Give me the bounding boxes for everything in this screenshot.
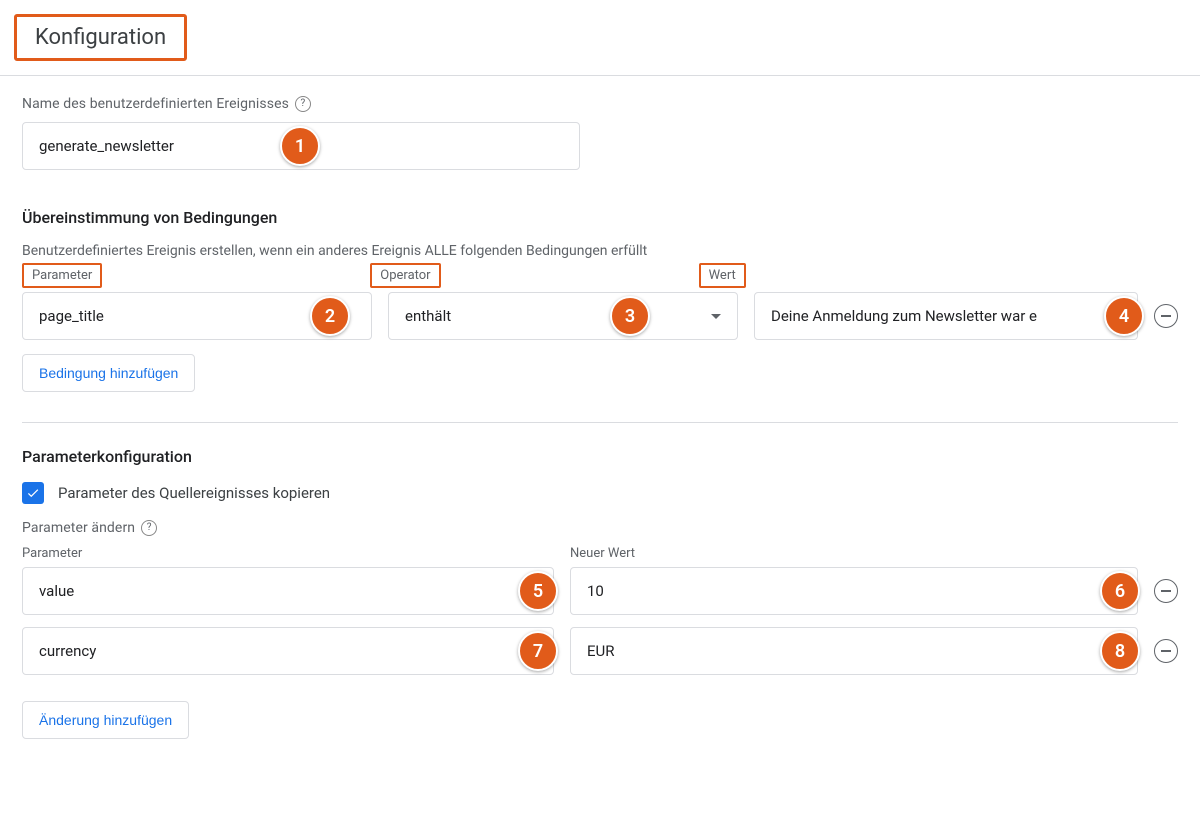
remove-condition-button[interactable] bbox=[1154, 304, 1178, 328]
copy-params-label: Parameter des Quellereignisses kopieren bbox=[58, 484, 330, 502]
add-change-button[interactable]: Änderung hinzufügen bbox=[22, 701, 189, 739]
header-operator: Operator bbox=[370, 263, 440, 288]
param-row: value 5 10 6 bbox=[22, 567, 1178, 615]
page-title-text: Konfiguration bbox=[35, 25, 166, 50]
annotation-badge-6: 6 bbox=[1100, 571, 1140, 611]
event-name-label: Name des benutzerdefinierten Ereignisses… bbox=[22, 96, 1178, 112]
annotation-badge-8: 8 bbox=[1100, 631, 1140, 671]
header-parameter: Parameter bbox=[22, 263, 102, 288]
conditions-section: Übereinstimmung von Bedingungen Benutzer… bbox=[0, 182, 1200, 404]
annotation-badge-4: 4 bbox=[1104, 296, 1144, 336]
param-value-input[interactable]: 10 bbox=[570, 567, 1138, 615]
chevron-down-icon bbox=[711, 314, 721, 319]
conditions-title: Übereinstimmung von Bedingungen bbox=[22, 208, 1178, 227]
param-row: currency 7 EUR 8 bbox=[22, 627, 1178, 675]
remove-param-button[interactable] bbox=[1154, 579, 1178, 603]
remove-param-button[interactable] bbox=[1154, 639, 1178, 663]
param-value-input[interactable]: EUR bbox=[570, 627, 1138, 675]
page-title: Konfiguration bbox=[14, 14, 187, 61]
condition-value-text: Deine Anmeldung zum Newsletter war e bbox=[771, 307, 1037, 325]
condition-operator-select[interactable]: enthält bbox=[388, 292, 738, 340]
parameter-config-section: Parameterkonfiguration Parameter des Que… bbox=[0, 423, 1200, 751]
param-name-input[interactable]: value bbox=[22, 567, 554, 615]
help-icon[interactable]: ? bbox=[295, 96, 311, 112]
help-icon[interactable]: ? bbox=[141, 520, 157, 536]
add-condition-button[interactable]: Bedingung hinzufügen bbox=[22, 354, 195, 392]
param-config-headers: Parameter Neuer Wert bbox=[22, 546, 1178, 561]
pc-header-new-value: Neuer Wert bbox=[570, 546, 1178, 561]
event-name-label-text: Name des benutzerdefinierten Ereignisses bbox=[22, 96, 289, 112]
pc-header-parameter: Parameter bbox=[22, 546, 554, 561]
parameter-config-title: Parameterkonfiguration bbox=[22, 447, 1178, 466]
condition-value-input[interactable]: Deine Anmeldung zum Newsletter war e bbox=[754, 292, 1138, 340]
annotation-badge-2: 2 bbox=[310, 296, 350, 336]
annotation-badge-7: 7 bbox=[518, 631, 558, 671]
conditions-headers: Parameter Operator Wert bbox=[22, 263, 1178, 288]
event-name-value: generate_newsletter bbox=[39, 137, 174, 155]
param-name-input[interactable]: currency bbox=[22, 627, 554, 675]
condition-operator-value: enthält bbox=[405, 307, 451, 325]
check-icon bbox=[26, 486, 40, 500]
annotation-badge-3: 3 bbox=[610, 296, 650, 336]
annotation-badge-5: 5 bbox=[518, 571, 558, 611]
conditions-description: Benutzerdefiniertes Ereignis erstellen, … bbox=[22, 243, 1178, 259]
condition-row: page_title 2 enthält 3 Deine Anmeldung z… bbox=[22, 292, 1178, 340]
annotation-badge-1: 1 bbox=[280, 126, 320, 166]
copy-params-row: Parameter des Quellereignisses kopieren bbox=[22, 482, 1178, 504]
copy-params-checkbox[interactable] bbox=[22, 482, 44, 504]
header-value: Wert bbox=[699, 263, 746, 288]
modify-params-label: Parameter ändern ? bbox=[22, 520, 1178, 536]
event-name-section: Name des benutzerdefinierten Ereignisses… bbox=[0, 76, 1200, 182]
condition-parameter-value: page_title bbox=[39, 307, 104, 325]
